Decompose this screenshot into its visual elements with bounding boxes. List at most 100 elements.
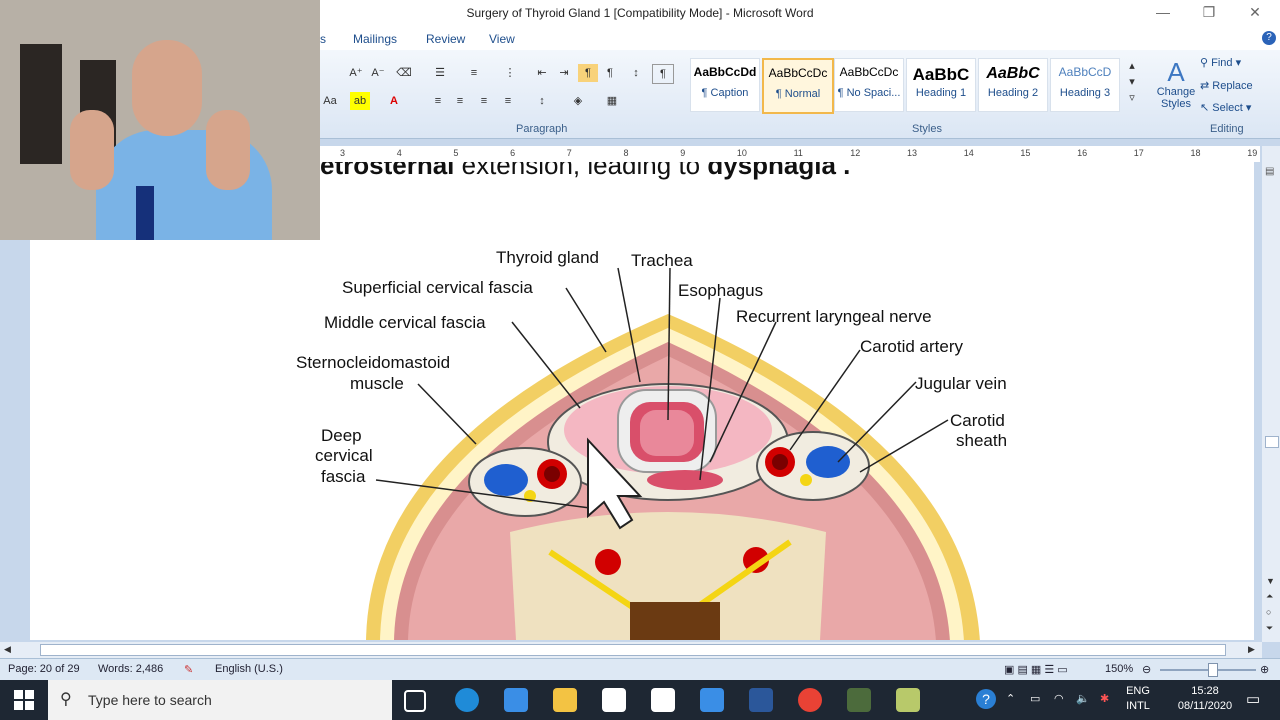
close-button[interactable]: ✕ — [1240, 4, 1270, 24]
vertical-scrollbar[interactable]: ▤ ▼ ⏶ ○ ⏷ — [1262, 146, 1280, 642]
wifi-icon[interactable]: ◠ — [1054, 692, 1064, 705]
styles-scroll-icon[interactable]: ▴ ▾ ▿ — [1122, 58, 1142, 108]
ruler-number: 6 — [510, 148, 516, 158]
tab-partial[interactable]: s — [320, 32, 326, 46]
horizontal-ruler[interactable]: 3 4 5 6 7 8 9 10 11 12 13 14 15 16 17 18 19 — [320, 146, 1260, 163]
find-button[interactable]: ⚲ Find ▾ — [1200, 56, 1241, 69]
visual-studio-icon[interactable] — [504, 688, 528, 712]
scroll-right-icon[interactable]: ▶ — [1248, 644, 1255, 655]
label-scm-line2: muscle — [350, 374, 404, 393]
battery-icon[interactable]: ▭ — [1030, 692, 1040, 705]
numbering-icon[interactable]: ≡ — [464, 64, 484, 82]
bullets-icon[interactable]: ☰ — [430, 64, 450, 82]
style-normal[interactable]: AaBbCcDc ¶ Normal — [762, 58, 834, 114]
tab-view[interactable]: View — [489, 32, 515, 46]
label-superficial-fascia: Superficial cervical fascia — [342, 278, 533, 297]
view-buttons[interactable]: ▣ ▤ ▦ ☰ ▭ — [1004, 663, 1068, 676]
chrome-icon[interactable] — [798, 688, 822, 712]
antivirus-icon[interactable]: ✱ — [1100, 692, 1109, 705]
label-esophagus: Esophagus — [678, 281, 763, 300]
search-icon: ⚲ — [60, 691, 72, 708]
minimize-button[interactable]: — — [1148, 4, 1178, 24]
align-right-icon[interactable]: ≡ — [474, 92, 494, 110]
clock-time: 15:28 — [1191, 685, 1219, 697]
store-icon[interactable] — [651, 688, 675, 712]
language-tray[interactable]: ENG INTL — [1120, 685, 1156, 712]
file-explorer-icon[interactable] — [553, 688, 577, 712]
esophagus-shape — [647, 470, 723, 490]
tab-review[interactable]: Review — [426, 32, 465, 46]
horizontal-scrollbar[interactable]: ◀ ▶ — [0, 642, 1262, 658]
ruler-toggle-icon[interactable]: ▤ — [1265, 166, 1277, 180]
align-left-icon[interactable]: ≡ — [428, 92, 448, 110]
rtl-icon[interactable]: ¶ — [600, 64, 620, 82]
tab-mailings[interactable]: Mailings — [353, 32, 397, 46]
horizontal-scroll-thumb[interactable] — [40, 644, 1226, 656]
grow-font-icon[interactable]: A⁺ — [346, 64, 366, 82]
sort-icon[interactable]: ↕ — [626, 64, 646, 82]
style-heading-1[interactable]: AaBbC Heading 1 — [906, 58, 976, 112]
browse-object-icon[interactable]: ○ — [1266, 607, 1271, 617]
ltr-icon[interactable]: ¶ — [578, 64, 598, 82]
vertical-scroll-thumb[interactable] — [1265, 436, 1279, 448]
font-color-icon[interactable]: A — [384, 92, 404, 110]
style-caption[interactable]: AaBbCcDd ¶ Caption — [690, 58, 760, 112]
style-name: Heading 2 — [987, 87, 1039, 99]
zoom-in-icon[interactable]: ⊕ — [1260, 663, 1269, 676]
amazon-icon[interactable] — [602, 688, 626, 712]
restore-button[interactable]: ❐ — [1194, 4, 1224, 24]
shading-icon[interactable]: ◈ — [568, 92, 588, 110]
volume-icon[interactable]: 🔈 — [1076, 692, 1090, 705]
change-styles-button[interactable]: A Change Styles — [1146, 58, 1206, 110]
show-marks-icon[interactable]: ¶ — [652, 64, 674, 84]
justify-icon[interactable]: ≡ — [498, 92, 518, 110]
word-icon[interactable] — [749, 688, 773, 712]
ruler-number: 4 — [396, 148, 402, 158]
style-preview: AaBbCcD — [1058, 65, 1112, 79]
windows-start-icon[interactable] — [14, 690, 34, 710]
clear-format-icon[interactable]: ⌫ — [394, 64, 414, 82]
style-no-spacing[interactable]: AaBbCcDc ¶ No Spaci... — [834, 58, 904, 112]
app-icon[interactable] — [847, 688, 871, 712]
center-icon[interactable]: ≡ — [450, 92, 470, 110]
task-view-icon[interactable] — [404, 690, 426, 712]
show-hidden-icons[interactable]: ⌃ — [1006, 692, 1015, 705]
edge-icon[interactable] — [455, 688, 479, 712]
increase-indent-icon[interactable]: ⇥ — [554, 64, 574, 82]
ruler-number: 11 — [793, 148, 803, 158]
next-page-icon[interactable]: ⏷ — [1266, 623, 1273, 634]
borders-icon[interactable]: ▦ — [602, 92, 622, 110]
change-case-icon[interactable]: Aa — [320, 92, 340, 110]
notification-icon[interactable]: ▭ — [1246, 690, 1260, 708]
multilevel-list-icon[interactable]: ⋮ — [500, 64, 520, 82]
page-count[interactable]: Page: 20 of 29 — [8, 663, 80, 675]
spelling-icon[interactable]: ✎ — [184, 663, 193, 676]
zoom-level[interactable]: 150% — [1105, 663, 1133, 675]
select-button[interactable]: ↖ Select ▾ — [1200, 101, 1251, 114]
line-spacing-icon[interactable]: ↕ — [532, 92, 552, 110]
notes-icon[interactable] — [896, 688, 920, 712]
label-carotid-sheath-2: sheath — [956, 431, 1007, 450]
taskbar-search-box[interactable]: ⚲ Type here to search — [48, 680, 392, 720]
ruler-number: 3 — [340, 148, 346, 158]
ruler-number: 15 — [1020, 148, 1031, 158]
ruler-number: 14 — [963, 148, 974, 158]
language-indicator[interactable]: English (U.S.) — [215, 663, 283, 675]
clock[interactable]: 15:28 08/11/2020 — [1170, 685, 1240, 712]
decrease-indent-icon[interactable]: ⇤ — [532, 64, 552, 82]
style-heading-2[interactable]: AaBbC Heading 2 — [978, 58, 1048, 112]
mail-icon[interactable] — [700, 688, 724, 712]
style-heading-3[interactable]: AaBbCcD Heading 3 — [1050, 58, 1120, 112]
prev-page-icon[interactable]: ⏶ — [1266, 591, 1273, 602]
scroll-left-icon[interactable]: ◀ — [4, 644, 11, 655]
highlight-icon[interactable]: ab — [350, 92, 370, 110]
webcam-overlay — [0, 0, 320, 240]
word-count[interactable]: Words: 2,486 — [98, 663, 163, 675]
shrink-font-icon[interactable]: A⁻ — [368, 64, 388, 82]
help-tray-icon[interactable]: ? — [976, 689, 996, 709]
zoom-slider-thumb[interactable] — [1208, 663, 1218, 677]
help-icon[interactable]: ? — [1262, 31, 1276, 45]
zoom-out-icon[interactable]: ⊖ — [1142, 663, 1151, 676]
scroll-down-icon[interactable]: ▼ — [1266, 576, 1275, 586]
replace-button[interactable]: ⇄ Replace — [1200, 79, 1253, 92]
